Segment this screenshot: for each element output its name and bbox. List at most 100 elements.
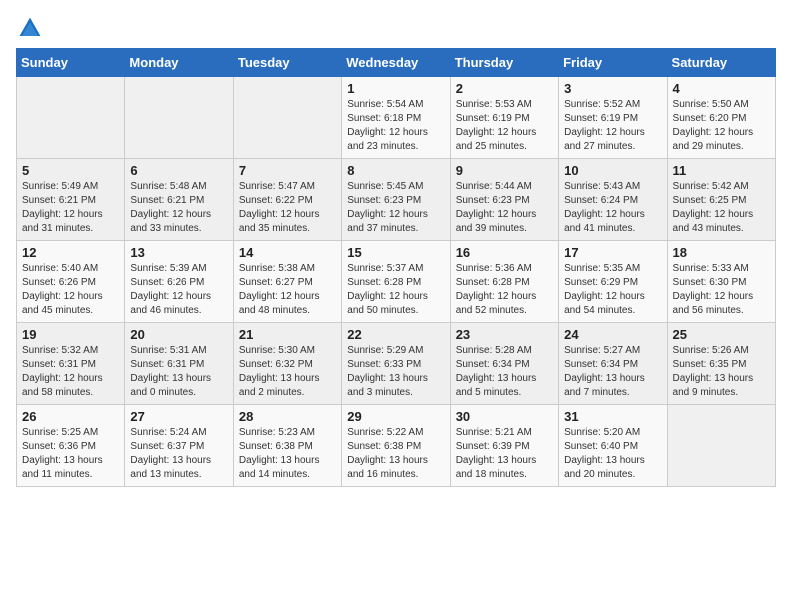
calendar-cell: 22 Sunrise: 5:29 AM Sunset: 6:33 PM Dayli… [342,323,450,405]
weekday-header-wednesday: Wednesday [342,49,450,77]
day-number: 17 [564,245,661,260]
day-number: 9 [456,163,553,178]
calendar-cell: 14 Sunrise: 5:38 AM Sunset: 6:27 PM Dayli… [233,241,341,323]
day-number: 29 [347,409,444,424]
calendar-cell: 15Sunrise: 5:37 AM Sunset: 6:28 PM Dayli… [342,241,450,323]
calendar-cell [125,77,233,159]
day-info: Sunrise: 5:20 AM Sunset: 6:40 PM Dayligh… [564,426,661,482]
calendar-cell: 27 Sunrise: 5:24 AM Sunset: 6:37 PM Dayli… [125,405,233,487]
calendar-cell: 26 Sunrise: 5:25 AM Sunset: 6:36 PM Dayli… [17,405,125,487]
calendar-cell: 24 Sunrise: 5:27 AM Sunset: 6:34 PM Dayli… [559,323,667,405]
calendar-cell: 10Sunrise: 5:43 AM Sunset: 6:24 PM Dayli… [559,159,667,241]
calendar-cell [17,77,125,159]
day-number: 22 [347,327,444,342]
calendar-cell: 25Sunrise: 5:26 AM Sunset: 6:35 PM Dayli… [667,323,775,405]
day-info: Sunrise: 5:42 AM Sunset: 6:25 PM Dayligh… [673,180,770,236]
weekday-header-sunday: Sunday [17,49,125,77]
day-number: 14 [239,245,336,260]
day-number: 31 [564,409,661,424]
day-info: Sunrise: 5:45 AM Sunset: 6:23 PM Dayligh… [347,180,444,236]
day-info: Sunrise: 5:29 AM Sunset: 6:33 PM Dayligh… [347,344,444,400]
day-number: 23 [456,327,553,342]
day-info: Sunrise: 5:35 AM Sunset: 6:29 PM Dayligh… [564,262,661,318]
calendar-cell: 19 Sunrise: 5:32 AM Sunset: 6:31 PM Dayli… [17,323,125,405]
day-number: 16 [456,245,553,260]
calendar-cell: 9 Sunrise: 5:44 AM Sunset: 6:23 PM Daylig… [450,159,558,241]
week-row-4: 19 Sunrise: 5:32 AM Sunset: 6:31 PM Dayli… [17,323,776,405]
day-number: 21 [239,327,336,342]
day-info: Sunrise: 5:47 AM Sunset: 6:22 PM Dayligh… [239,180,336,236]
day-info: Sunrise: 5:26 AM Sunset: 6:35 PM Dayligh… [673,344,770,400]
day-number: 2 [456,81,553,96]
day-info: Sunrise: 5:50 AM Sunset: 6:20 PM Dayligh… [673,98,770,154]
day-info: Sunrise: 5:21 AM Sunset: 6:39 PM Dayligh… [456,426,553,482]
day-info: Sunrise: 5:31 AM Sunset: 6:31 PM Dayligh… [130,344,227,400]
page-header [16,16,776,40]
day-number: 20 [130,327,227,342]
day-number: 8 [347,163,444,178]
day-info: Sunrise: 5:37 AM Sunset: 6:28 PM Dayligh… [347,262,444,318]
day-info: Sunrise: 5:44 AM Sunset: 6:23 PM Dayligh… [456,180,553,236]
day-info: Sunrise: 5:36 AM Sunset: 6:28 PM Dayligh… [456,262,553,318]
day-number: 19 [22,327,119,342]
calendar-cell: 30Sunrise: 5:21 AM Sunset: 6:39 PM Dayli… [450,405,558,487]
day-info: Sunrise: 5:38 AM Sunset: 6:27 PM Dayligh… [239,262,336,318]
calendar-cell: 17 Sunrise: 5:35 AM Sunset: 6:29 PM Dayli… [559,241,667,323]
day-number: 24 [564,327,661,342]
calendar-cell: 18 Sunrise: 5:33 AM Sunset: 6:30 PM Dayli… [667,241,775,323]
weekday-header-monday: Monday [125,49,233,77]
calendar-cell: 4 Sunrise: 5:50 AM Sunset: 6:20 PM Daylig… [667,77,775,159]
day-info: Sunrise: 5:23 AM Sunset: 6:38 PM Dayligh… [239,426,336,482]
calendar-cell: 21 Sunrise: 5:30 AM Sunset: 6:32 PM Dayli… [233,323,341,405]
calendar-cell: 1 Sunrise: 5:54 AM Sunset: 6:18 PM Daylig… [342,77,450,159]
weekday-header-saturday: Saturday [667,49,775,77]
day-info: Sunrise: 5:32 AM Sunset: 6:31 PM Dayligh… [22,344,119,400]
day-info: Sunrise: 5:39 AM Sunset: 6:26 PM Dayligh… [130,262,227,318]
calendar-cell: 29 Sunrise: 5:22 AM Sunset: 6:38 PM Dayli… [342,405,450,487]
weekday-header-tuesday: Tuesday [233,49,341,77]
calendar-cell: 20 Sunrise: 5:31 AM Sunset: 6:31 PM Dayli… [125,323,233,405]
day-info: Sunrise: 5:30 AM Sunset: 6:32 PM Dayligh… [239,344,336,400]
week-row-5: 26 Sunrise: 5:25 AM Sunset: 6:36 PM Dayli… [17,405,776,487]
day-number: 26 [22,409,119,424]
day-number: 27 [130,409,227,424]
day-info: Sunrise: 5:54 AM Sunset: 6:18 PM Dayligh… [347,98,444,154]
calendar-cell: 3 Sunrise: 5:52 AM Sunset: 6:19 PM Daylig… [559,77,667,159]
day-info: Sunrise: 5:25 AM Sunset: 6:36 PM Dayligh… [22,426,119,482]
calendar-cell [667,405,775,487]
week-row-3: 12Sunrise: 5:40 AM Sunset: 6:26 PM Dayli… [17,241,776,323]
day-info: Sunrise: 5:27 AM Sunset: 6:34 PM Dayligh… [564,344,661,400]
day-number: 28 [239,409,336,424]
calendar-cell: 6 Sunrise: 5:48 AM Sunset: 6:21 PM Daylig… [125,159,233,241]
day-number: 6 [130,163,227,178]
day-number: 4 [673,81,770,96]
day-info: Sunrise: 5:48 AM Sunset: 6:21 PM Dayligh… [130,180,227,236]
day-number: 11 [673,163,770,178]
calendar-cell: 12Sunrise: 5:40 AM Sunset: 6:26 PM Dayli… [17,241,125,323]
calendar-cell: 31 Sunrise: 5:20 AM Sunset: 6:40 PM Dayli… [559,405,667,487]
logo [16,16,44,40]
day-number: 13 [130,245,227,260]
calendar-cell: 28 Sunrise: 5:23 AM Sunset: 6:38 PM Dayli… [233,405,341,487]
day-number: 12 [22,245,119,260]
weekday-header-friday: Friday [559,49,667,77]
day-info: Sunrise: 5:33 AM Sunset: 6:30 PM Dayligh… [673,262,770,318]
day-number: 10 [564,163,661,178]
day-info: Sunrise: 5:52 AM Sunset: 6:19 PM Dayligh… [564,98,661,154]
day-number: 18 [673,245,770,260]
day-info: Sunrise: 5:22 AM Sunset: 6:38 PM Dayligh… [347,426,444,482]
day-number: 5 [22,163,119,178]
day-info: Sunrise: 5:28 AM Sunset: 6:34 PM Dayligh… [456,344,553,400]
day-number: 3 [564,81,661,96]
week-row-1: 1 Sunrise: 5:54 AM Sunset: 6:18 PM Daylig… [17,77,776,159]
calendar-cell: 16 Sunrise: 5:36 AM Sunset: 6:28 PM Dayli… [450,241,558,323]
day-info: Sunrise: 5:24 AM Sunset: 6:37 PM Dayligh… [130,426,227,482]
day-number: 7 [239,163,336,178]
weekday-header-thursday: Thursday [450,49,558,77]
day-number: 1 [347,81,444,96]
calendar-cell: 7 Sunrise: 5:47 AM Sunset: 6:22 PM Daylig… [233,159,341,241]
logo-icon [18,16,42,40]
calendar-cell: 13 Sunrise: 5:39 AM Sunset: 6:26 PM Dayli… [125,241,233,323]
calendar-table: SundayMondayTuesdayWednesdayThursdayFrid… [16,48,776,487]
day-info: Sunrise: 5:53 AM Sunset: 6:19 PM Dayligh… [456,98,553,154]
